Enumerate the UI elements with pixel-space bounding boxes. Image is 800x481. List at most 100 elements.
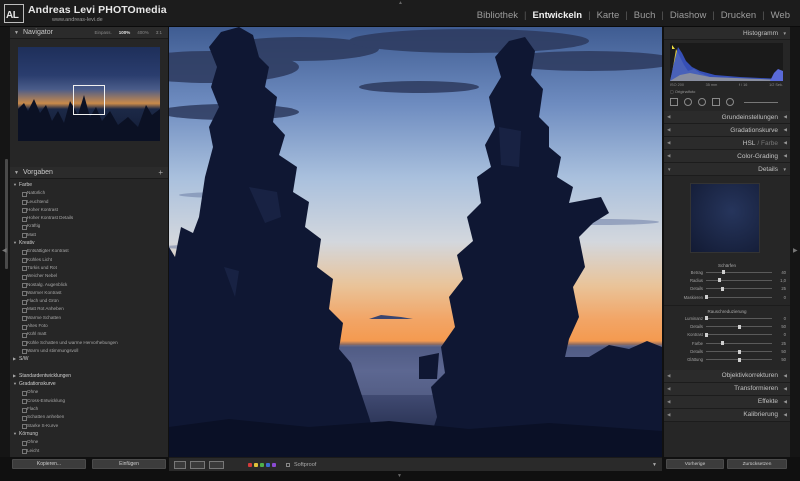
- slider-track[interactable]: [706, 270, 772, 275]
- zoom-400[interactable]: 400%: [137, 30, 149, 35]
- crop-icon[interactable]: [670, 98, 678, 106]
- top-panel-toggle-icon[interactable]: ▲: [398, 0, 403, 6]
- histogram[interactable]: [670, 43, 783, 81]
- slider-value[interactable]: 40: [772, 270, 786, 275]
- masking-icon[interactable]: [698, 98, 706, 106]
- slider-track[interactable]: [706, 324, 772, 329]
- preset-item[interactable]: Starke S-Kurve: [10, 422, 168, 430]
- panel-transformieren[interactable]: ◀ Transformieren ◀: [664, 382, 790, 396]
- preset-item[interactable]: Türkis und Rot: [10, 264, 168, 272]
- color-label-swatch[interactable]: [266, 462, 270, 467]
- preset-item[interactable]: Warme Schatten: [10, 314, 168, 322]
- right-panel-toggle-icon[interactable]: ▶: [793, 247, 798, 254]
- before-after-swap-icon[interactable]: [209, 460, 224, 469]
- slider-knob[interactable]: [717, 278, 721, 283]
- zoom-100[interactable]: 100%: [119, 30, 131, 35]
- preset-group[interactable]: ▼ Körnung: [10, 430, 168, 438]
- slider-knob[interactable]: [737, 357, 741, 362]
- preset-item[interactable]: Kühle Schatten und warme Hervorhebungen: [10, 339, 168, 347]
- preset-item[interactable]: Flach: [10, 405, 168, 413]
- slider-knob[interactable]: [704, 332, 708, 337]
- main-photo[interactable]: [169, 27, 662, 457]
- module-karte[interactable]: Karte: [595, 10, 622, 21]
- slider-value[interactable]: 25: [772, 286, 786, 291]
- slider-value[interactable]: 1,0: [772, 278, 786, 283]
- slider-knob[interactable]: [737, 324, 741, 329]
- navigator-zoom-box[interactable]: [73, 85, 105, 115]
- preset-group[interactable]: ▶ Standardentwicklungen: [10, 372, 168, 380]
- slider-knob[interactable]: [737, 349, 741, 354]
- before-after-icon[interactable]: [190, 460, 205, 469]
- preset-item[interactable]: Natürlich: [10, 189, 168, 198]
- loupe-view-icon[interactable]: [174, 460, 186, 469]
- slider-value[interactable]: 0: [772, 316, 786, 321]
- slider-value[interactable]: 0: [772, 332, 786, 337]
- healing-icon[interactable]: [684, 98, 692, 106]
- panel-effekte[interactable]: ◀ Effekte ◀: [664, 395, 790, 409]
- preset-item[interactable]: Hoher Kontrast: [10, 206, 168, 214]
- slider-value[interactable]: 50: [772, 349, 786, 354]
- preset-item[interactable]: Leicht: [10, 447, 168, 455]
- panel-details[interactable]: ▼ Details ▼: [664, 163, 790, 176]
- tool-slider[interactable]: [744, 101, 778, 103]
- preset-item[interactable]: Hoher Kontrast Details: [10, 214, 168, 222]
- panel-color-grading[interactable]: ◀ Color-Grading ◀: [664, 150, 790, 163]
- slider-knob[interactable]: [704, 316, 708, 321]
- preset-item[interactable]: Cross-Entwicklung: [10, 397, 168, 405]
- toolbar-menu-chevron-icon[interactable]: ▼: [652, 462, 657, 468]
- reset-button[interactable]: Zurücksetzen: [727, 459, 787, 469]
- preset-item[interactable]: Ohne: [10, 388, 168, 397]
- panel-hsl-farbe[interactable]: ◀ HSL / Farbe ◀: [664, 137, 790, 150]
- color-label-swatch[interactable]: [248, 462, 252, 467]
- zoom-fit[interactable]: Einpass.: [94, 30, 111, 35]
- slider-knob[interactable]: [704, 295, 708, 300]
- preset-item[interactable]: Schatten anheben: [10, 413, 168, 422]
- slider-value[interactable]: 50: [772, 357, 786, 362]
- copy-button[interactable]: Kopieren...: [12, 459, 86, 469]
- color-label-swatch[interactable]: [272, 462, 276, 467]
- module-buch[interactable]: Buch: [632, 10, 658, 21]
- add-preset-icon[interactable]: +: [158, 168, 163, 177]
- module-web[interactable]: Web: [769, 10, 792, 21]
- preset-item[interactable]: Altes Foto: [10, 322, 168, 330]
- softproof-checkbox[interactable]: [286, 462, 290, 467]
- paste-button[interactable]: Einfügen: [92, 459, 166, 469]
- preset-group[interactable]: ▼ Farbe: [10, 181, 168, 189]
- module-bibliothek[interactable]: Bibliothek: [475, 10, 520, 21]
- preset-item[interactable]: Kühl matt: [10, 330, 168, 339]
- preset-item[interactable]: Kühles Licht: [10, 256, 168, 264]
- navigator-preview[interactable]: [18, 47, 160, 141]
- detail-preview[interactable]: [690, 183, 760, 253]
- preset-item[interactable]: Nostalg. Augenblick: [10, 281, 168, 289]
- preset-group[interactable]: ▼ Kreativ: [10, 239, 168, 247]
- slider-knob[interactable]: [721, 286, 724, 291]
- slider-knob[interactable]: [722, 270, 726, 275]
- preset-item[interactable]: Leuchtend: [10, 198, 168, 206]
- slider-track[interactable]: [706, 349, 772, 354]
- filmstrip-toggle-icon[interactable]: ▼: [397, 473, 402, 479]
- red-eye-icon[interactable]: [712, 98, 720, 106]
- preset-item[interactable]: Kräftig: [10, 222, 168, 231]
- presets-tool-icon[interactable]: [726, 98, 734, 106]
- slider-value[interactable]: 0: [772, 295, 786, 300]
- slider-track[interactable]: [706, 341, 772, 346]
- presets-header[interactable]: ▼ Vorgaben +: [10, 167, 168, 179]
- slider-track[interactable]: [704, 316, 772, 321]
- slider-knob[interactable]: [721, 341, 724, 346]
- preset-item[interactable]: Matt: [10, 231, 168, 239]
- module-diashow[interactable]: Diashow: [668, 10, 708, 21]
- panel-gradationskurve[interactable]: ◀ Gradationskurve ◀: [664, 124, 790, 137]
- module-drucken[interactable]: Drucken: [719, 10, 758, 21]
- previous-button[interactable]: Vorherige: [666, 459, 724, 469]
- original-photo-toggle[interactable]: ▢ Originalfoto: [670, 89, 790, 94]
- panel-grundeinstellungen[interactable]: ◀ Grundeinstellungen ◀: [664, 111, 790, 124]
- slider-value[interactable]: 25: [772, 341, 786, 346]
- preset-group[interactable]: ▶ S/W: [10, 355, 168, 363]
- preset-item[interactable]: Matt Rot Anheben: [10, 305, 168, 314]
- preset-item[interactable]: Ohne: [10, 438, 168, 446]
- preset-item[interactable]: Entsättigter Kontrast: [10, 247, 168, 256]
- panel-objektivkorrekturen[interactable]: ◀ Objektivkorrekturen ◀: [664, 369, 790, 383]
- color-label-swatch[interactable]: [260, 462, 264, 467]
- panel-kalibrierung[interactable]: ◀ Kalibrierung ◀: [664, 408, 790, 422]
- slider-track[interactable]: [706, 357, 772, 362]
